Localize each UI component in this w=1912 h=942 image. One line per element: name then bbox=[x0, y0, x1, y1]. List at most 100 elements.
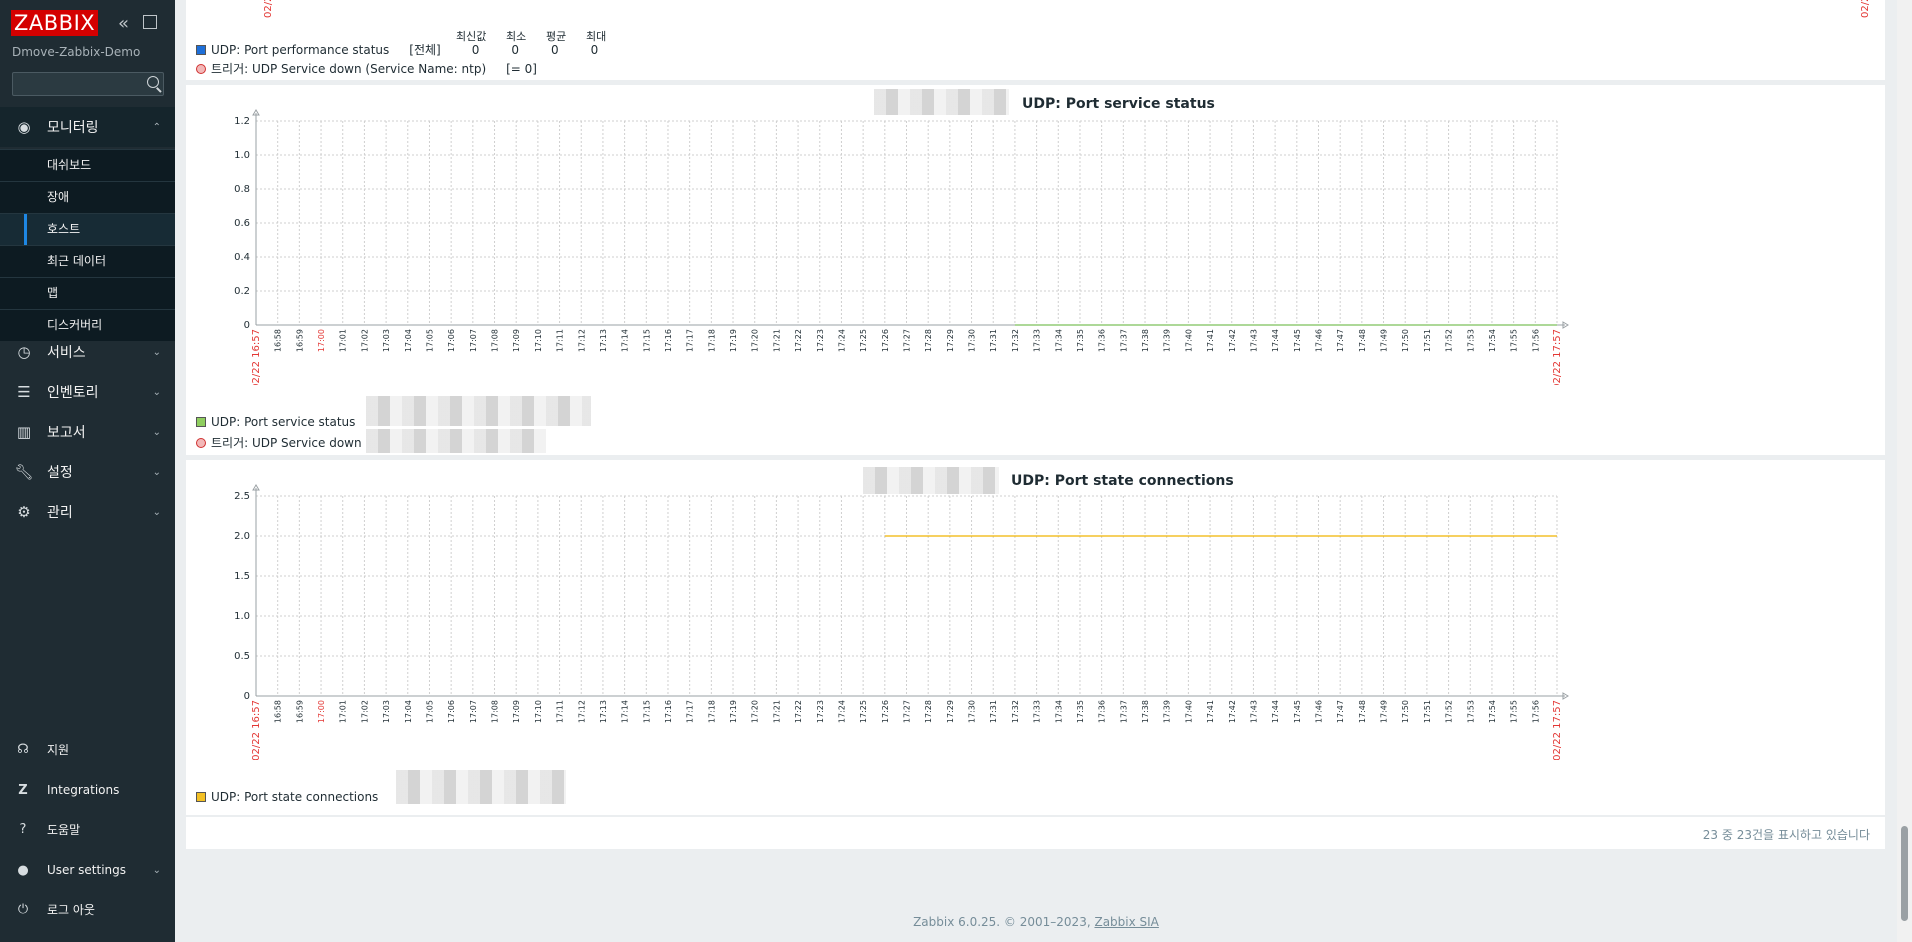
x-tick-label: 17:42 bbox=[1228, 329, 1237, 352]
page-scrollbar[interactable] bbox=[1897, 0, 1912, 942]
pager: 23 중 23건을 표시하고 있습니다 bbox=[186, 817, 1885, 849]
menu-inventory-label: 인벤토리 bbox=[47, 385, 99, 401]
x-tick-label: 17:02 bbox=[360, 329, 369, 352]
y-tick-label: 1.5 bbox=[234, 571, 250, 582]
x-tick-label: 17:31 bbox=[989, 329, 998, 352]
x-tick-label: 17:18 bbox=[707, 700, 716, 723]
x-tick-label: 17:49 bbox=[1380, 700, 1389, 723]
submenu-problems[interactable]: 장애 bbox=[0, 181, 175, 213]
x-tick-label: 17:27 bbox=[903, 329, 912, 352]
chart-icon: ▥ bbox=[16, 423, 32, 441]
menu-sign-out-label: 로그 아웃 bbox=[47, 902, 95, 917]
x-tick-label: 17:14 bbox=[621, 700, 630, 723]
x-tick-label: 17:44 bbox=[1271, 329, 1280, 352]
x-tick-label: 17:56 bbox=[1531, 329, 1540, 352]
menu-help-label: 도움말 bbox=[47, 822, 81, 837]
x-tick-label: 17:50 bbox=[1401, 329, 1410, 352]
redacted-values bbox=[396, 770, 566, 804]
x-tick-label: 17:19 bbox=[729, 329, 738, 352]
menu-inventory[interactable]: ☰ 인벤토리 ⌄ bbox=[0, 372, 175, 412]
monitoring-submenu: 대쉬보드 장애 호스트 최근 데이터 맵 디스커버리 bbox=[0, 149, 175, 341]
x-tick-label: 17:46 bbox=[1314, 700, 1323, 723]
legend-item-label: UDP: Port service status bbox=[211, 415, 356, 429]
x-tick-label: 17:28 bbox=[924, 700, 933, 723]
clock-icon: ◷ bbox=[17, 343, 31, 361]
submenu-dashboard[interactable]: 대쉬보드 bbox=[0, 149, 175, 181]
scroll-thumb[interactable] bbox=[1901, 826, 1908, 921]
chevron-down-icon: ⌄ bbox=[152, 864, 161, 876]
x-tick-label: 17:48 bbox=[1358, 700, 1367, 723]
x-tick-label: 17:33 bbox=[1033, 329, 1042, 352]
legend-trigger: 트리거: UDP Service down bbox=[196, 434, 362, 451]
menu-help[interactable]: ? 도움말 bbox=[0, 810, 175, 848]
zabbix-z-icon: Z bbox=[18, 782, 28, 798]
submenu-maps[interactable]: 맵 bbox=[0, 277, 175, 309]
menu-configuration-label: 설정 bbox=[47, 465, 73, 481]
x-tick-label: 17:36 bbox=[1098, 329, 1107, 352]
question-icon: ? bbox=[19, 821, 27, 837]
trigger-condition: [= 0] bbox=[506, 61, 537, 76]
x-tick-label: 17:02 bbox=[360, 700, 369, 723]
search-input[interactable] bbox=[12, 72, 164, 96]
menu-reports[interactable]: ▥ 보고서 ⌄ bbox=[0, 412, 175, 452]
x-tick-label: 17:55 bbox=[1510, 329, 1519, 352]
x-tick-label: 17:11 bbox=[556, 329, 565, 352]
x-tick-label: 17:03 bbox=[382, 329, 391, 352]
legend-performance: UDP: Port performance status [전체] 0 0 0 … bbox=[196, 41, 598, 58]
x-tick-label: 17:09 bbox=[512, 329, 521, 352]
x-tick-label: 17:51 bbox=[1423, 700, 1432, 723]
graph-panel-performance: 02/2 02/2 최신값 최소 평균 최대 UDP: Port perform… bbox=[186, 0, 1885, 80]
footer-link[interactable]: Zabbix SIA bbox=[1094, 915, 1158, 929]
trigger-label: 트리거: UDP Service down (Service Name: ntp… bbox=[211, 62, 487, 76]
x-tick-label: 17:05 bbox=[425, 700, 434, 723]
x-tick-label: 16:58 bbox=[274, 700, 283, 723]
menu-support[interactable]: ☊ 지원 bbox=[0, 730, 175, 768]
top-edge-labels: 02/2 02/2 bbox=[263, 0, 1871, 18]
collapse-sidebar-icon[interactable]: « bbox=[118, 13, 129, 34]
submenu-latest-data[interactable]: 최근 데이터 bbox=[0, 245, 175, 277]
submenu-hosts[interactable]: 호스트 bbox=[0, 213, 175, 245]
x-tick-label: 17:24 bbox=[837, 700, 846, 723]
x-tick-label: 17:41 bbox=[1206, 700, 1215, 723]
y-tick-label: 0.5 bbox=[234, 651, 250, 662]
x-tick-label: 17:06 bbox=[447, 329, 456, 352]
x-tick-label: 17:16 bbox=[664, 700, 673, 723]
menu-monitoring[interactable]: ◉ 모니터링 ⌃ bbox=[0, 107, 175, 147]
x-tick-label: 17:34 bbox=[1054, 329, 1063, 352]
kiosk-mode-icon[interactable] bbox=[143, 15, 157, 29]
x-tick-label: 17:43 bbox=[1249, 700, 1258, 723]
menu-administration[interactable]: ⚙ 관리 ⌄ bbox=[0, 492, 175, 532]
menu-support-label: 지원 bbox=[47, 742, 70, 757]
x-tick-label: 17:47 bbox=[1336, 700, 1345, 723]
legend-avg-value: 0 bbox=[551, 42, 559, 57]
zabbix-logo[interactable]: ZABBIX bbox=[11, 10, 99, 36]
menu-user-settings[interactable]: ● User settings ⌄ bbox=[0, 851, 175, 889]
graph-service-status-canvas[interactable]: 1.2 1.0 0.8 0.6 0.4 0.2 002/22 16:57 16:58 16:59… bbox=[186, 85, 1885, 385]
menu-sign-out[interactable]: ⏻ 로그 아웃 bbox=[0, 890, 175, 928]
x-tick-label: 17:01 bbox=[339, 329, 348, 352]
menu-integrations[interactable]: Z Integrations bbox=[0, 771, 175, 809]
x-tick-label: 16:59 bbox=[295, 329, 304, 352]
graph-panel-service-status: UDP: Port service status 1.2 1.0 0.8 0.6 0.4… bbox=[186, 85, 1885, 455]
chevron-down-icon: ⌄ bbox=[152, 346, 161, 358]
x-tick-label: 17:08 bbox=[491, 329, 500, 352]
menu-services[interactable]: ◷ 서비스 ⌄ bbox=[0, 332, 175, 372]
x-tick-label: 16:59 bbox=[295, 700, 304, 723]
x-tick-label: 17:37 bbox=[1119, 700, 1128, 723]
x-tick-label: 17:48 bbox=[1358, 329, 1367, 352]
x-tick-label: 17:08 bbox=[491, 700, 500, 723]
menu-configuration[interactable]: 🔧︎ 설정 ⌄ bbox=[0, 452, 175, 492]
x-tick-label: 17:20 bbox=[751, 329, 760, 352]
search-icon[interactable] bbox=[147, 76, 159, 88]
x-tick-label: 17:21 bbox=[772, 329, 781, 352]
x-tick-label: 17:45 bbox=[1293, 700, 1302, 723]
y-tick-label: 1.0 bbox=[234, 150, 250, 161]
pager-summary: 23 중 23건을 표시하고 있습니다 bbox=[1702, 828, 1870, 842]
x-tick-label: 17:40 bbox=[1184, 700, 1193, 723]
x-tick-label: 17:32 bbox=[1011, 329, 1020, 352]
main-content: 02/2 02/2 최신값 최소 평균 최대 UDP: Port perform… bbox=[175, 0, 1897, 942]
x-tick-label: 17:30 bbox=[968, 700, 977, 723]
graph-state-connections-canvas[interactable]: 2.5 2.0 1.5 1.0 0.5 002/22 16:57 16:58 16:59 17:… bbox=[186, 460, 1885, 760]
legend-service-status: UDP: Port service status bbox=[196, 415, 355, 429]
x-tick-label: 17:51 bbox=[1423, 329, 1432, 352]
